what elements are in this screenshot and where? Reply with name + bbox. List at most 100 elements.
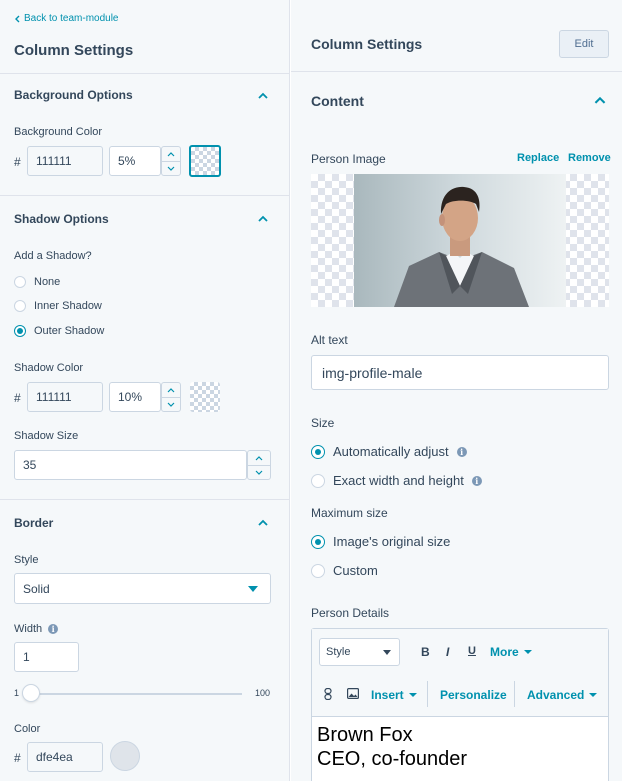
- right-settings-panel: Column Settings Edit Content Person Imag…: [291, 0, 622, 781]
- person-image-label: Person Image: [311, 152, 386, 166]
- chevron-up-icon[interactable]: [594, 96, 606, 104]
- rich-text-editor[interactable]: Style B I U More Insert Personalize Adva…: [311, 628, 609, 781]
- shadow-color-input[interactable]: 111111: [27, 382, 103, 412]
- info-icon[interactable]: i: [48, 624, 59, 634]
- more-menu-label: More: [490, 645, 519, 659]
- chevron-up-icon[interactable]: [258, 215, 268, 222]
- stepper-up[interactable]: [162, 383, 180, 397]
- editor-toolbar: Style B I U More Insert Personalize Adva…: [312, 629, 608, 717]
- style-dropdown[interactable]: Style: [319, 638, 400, 666]
- background-opacity-stepper[interactable]: [161, 146, 181, 176]
- remove-link[interactable]: Remove: [568, 152, 611, 164]
- border-width-label-text: Width: [14, 623, 43, 635]
- divider: [0, 73, 290, 74]
- shadow-size-input[interactable]: 35: [14, 450, 247, 480]
- border-color-swatch[interactable]: [110, 741, 140, 771]
- replace-link[interactable]: Replace: [517, 152, 559, 164]
- radio-label: Image's original size: [333, 534, 451, 549]
- border-color-label: Color: [14, 723, 41, 735]
- background-section-title: Background Options: [14, 88, 133, 102]
- shadow-color-label: Shadow Color: [14, 362, 84, 374]
- border-style-select[interactable]: Solid: [14, 573, 271, 604]
- radio-button[interactable]: [14, 300, 26, 312]
- slider-max-label: 100: [255, 688, 271, 698]
- chevron-down-icon: [255, 470, 263, 475]
- chevron-left-icon: [15, 15, 20, 22]
- left-settings-panel: Back to team-module Column Settings Back…: [0, 0, 290, 781]
- radio-button[interactable]: [311, 563, 325, 578]
- bold-button[interactable]: B: [421, 645, 430, 659]
- hash-symbol: #: [14, 155, 21, 169]
- shadow-option-none[interactable]: None: [14, 276, 60, 288]
- radio-button-selected[interactable]: [14, 325, 26, 337]
- advanced-menu-label: Advanced: [527, 688, 585, 702]
- radio-label: Automatically adjust: [333, 444, 449, 459]
- stepper-down[interactable]: [248, 465, 270, 479]
- right-title: Column Settings: [311, 36, 423, 52]
- max-size-option-custom[interactable]: Custom: [311, 563, 378, 578]
- radio-label: Inner Shadow: [34, 300, 102, 312]
- radio-label: Outer Shadow: [34, 325, 105, 337]
- shadow-opacity-input[interactable]: 10%: [109, 382, 161, 412]
- caret-down-icon: [523, 650, 532, 654]
- person-photo: [354, 174, 566, 307]
- stepper-down[interactable]: [162, 397, 180, 411]
- divider: [0, 195, 290, 196]
- edit-button[interactable]: Edit: [559, 30, 609, 58]
- hash-symbol: #: [14, 751, 21, 765]
- link-icon[interactable]: [324, 688, 332, 700]
- chevron-up-icon[interactable]: [258, 92, 268, 99]
- border-width-slider-handle[interactable]: [22, 684, 40, 702]
- radio-button-selected[interactable]: [311, 534, 325, 549]
- caret-down-icon: [383, 650, 391, 655]
- editor-line: Brown Fox: [317, 724, 413, 746]
- shadow-color-swatch[interactable]: [190, 382, 220, 412]
- style-dropdown-label: Style: [326, 646, 351, 658]
- stepper-up[interactable]: [162, 147, 180, 161]
- border-width-input[interactable]: 1: [14, 642, 79, 672]
- stepper-down[interactable]: [162, 161, 180, 175]
- toolbar-separator: [514, 681, 515, 707]
- background-color-input[interactable]: 111111: [27, 146, 103, 176]
- person-image-preview[interactable]: [311, 174, 609, 307]
- divider: [0, 499, 290, 500]
- shadow-size-stepper[interactable]: [247, 450, 271, 480]
- personalize-button[interactable]: Personalize: [440, 688, 507, 702]
- size-option-exact[interactable]: Exact width and height i: [311, 473, 482, 488]
- max-size-option-original[interactable]: Image's original size: [311, 534, 450, 549]
- border-width-label: Width i: [14, 623, 59, 635]
- chevron-up-icon: [255, 455, 263, 460]
- size-option-auto[interactable]: Automatically adjust i: [311, 444, 467, 459]
- radio-button[interactable]: [14, 276, 26, 288]
- background-color-swatch[interactable]: [189, 145, 221, 177]
- insert-menu[interactable]: Insert: [371, 688, 417, 702]
- border-color-input[interactable]: dfe4ea: [27, 742, 103, 772]
- italic-button[interactable]: I: [446, 645, 449, 659]
- shadow-option-outer[interactable]: Outer Shadow: [14, 325, 104, 337]
- shadow-size-label: Shadow Size: [14, 430, 79, 442]
- caret-down-icon: [589, 693, 598, 697]
- more-menu[interactable]: More: [490, 645, 532, 659]
- background-color-label: Background Color: [14, 126, 103, 138]
- shadow-opacity-stepper[interactable]: [161, 382, 181, 412]
- radio-label: None: [34, 276, 61, 288]
- caret-down-icon: [408, 693, 417, 697]
- info-icon[interactable]: i: [471, 475, 482, 486]
- chevron-up-icon: [167, 151, 175, 156]
- underline-button[interactable]: U: [468, 645, 476, 657]
- stepper-up[interactable]: [248, 451, 270, 465]
- border-width-slider-track[interactable]: [26, 693, 242, 695]
- background-opacity-input[interactable]: 5%: [109, 146, 161, 176]
- advanced-menu[interactable]: Advanced: [527, 688, 598, 702]
- radio-button[interactable]: [311, 473, 325, 488]
- insert-menu-label: Insert: [371, 688, 404, 702]
- chevron-up-icon[interactable]: [258, 519, 268, 526]
- shadow-option-inner[interactable]: Inner Shadow: [14, 300, 102, 312]
- size-label: Size: [311, 416, 335, 430]
- back-link[interactable]: Back to team-module: [14, 13, 119, 24]
- info-icon[interactable]: i: [456, 446, 467, 457]
- alt-text-input[interactable]: img-profile-male: [311, 355, 609, 390]
- radio-button-selected[interactable]: [311, 444, 325, 459]
- editor-content[interactable]: Brown Fox CEO, co-founder: [317, 723, 467, 771]
- image-icon[interactable]: [347, 688, 359, 699]
